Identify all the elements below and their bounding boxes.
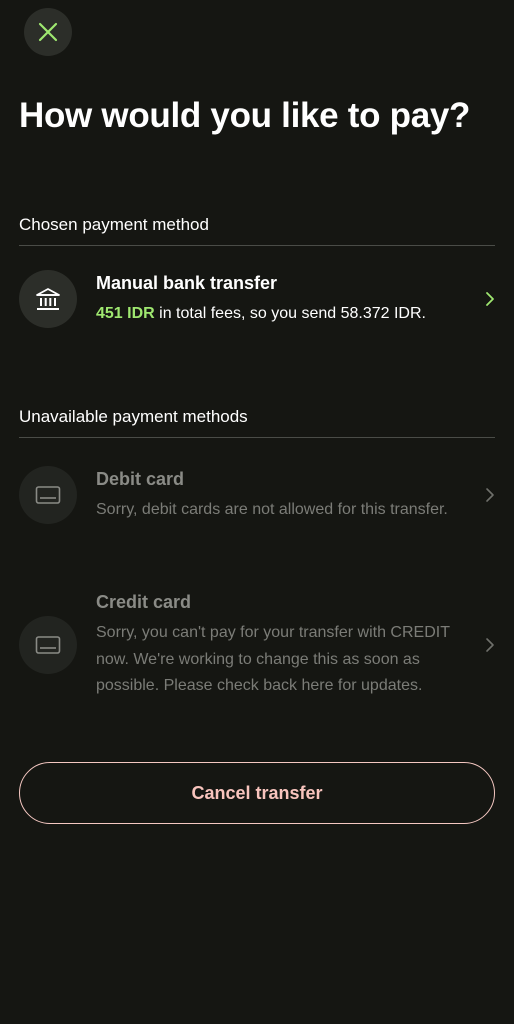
- method-description: Sorry, you can't pay for your transfer w…: [96, 624, 450, 694]
- method-icon-container: [19, 270, 77, 328]
- chevron-right-icon: [475, 637, 495, 653]
- method-description: Sorry, debit cards are not allowed for t…: [96, 500, 448, 518]
- close-button[interactable]: [24, 8, 72, 56]
- payment-method-manual-bank-transfer[interactable]: Manual bank transfer 451 IDR in total fe…: [19, 270, 495, 328]
- chosen-method-header: Chosen payment method: [19, 215, 495, 246]
- method-fee-description: 451 IDR in total fees, so you send 58.37…: [96, 301, 475, 328]
- unavailable-methods-header: Unavailable payment methods: [19, 407, 495, 438]
- card-icon: [35, 635, 61, 655]
- fee-amount: 451 IDR: [96, 304, 155, 322]
- method-title: Debit card: [96, 468, 185, 489]
- chevron-right-icon: [475, 487, 495, 503]
- method-title: Manual bank transfer: [96, 272, 278, 293]
- method-title: Credit card: [96, 592, 192, 612]
- card-icon: [35, 485, 61, 505]
- payment-method-debit-card[interactable]: Debit card Sorry, debit cards are not al…: [19, 466, 495, 524]
- method-icon-container: [19, 615, 77, 674]
- cancel-transfer-button[interactable]: Cancel transfer: [19, 762, 495, 824]
- page-title: How would you like to pay?: [19, 96, 471, 135]
- chevron-right-icon: [475, 291, 495, 307]
- bank-icon: [35, 286, 61, 312]
- payment-method-credit-card[interactable]: Credit card Sorry, you can't pay for you…: [19, 590, 495, 700]
- close-icon: [37, 21, 59, 43]
- fee-suffix: in total fees, so you send 58.372 IDR.: [154, 304, 426, 322]
- method-icon-container: [19, 466, 77, 524]
